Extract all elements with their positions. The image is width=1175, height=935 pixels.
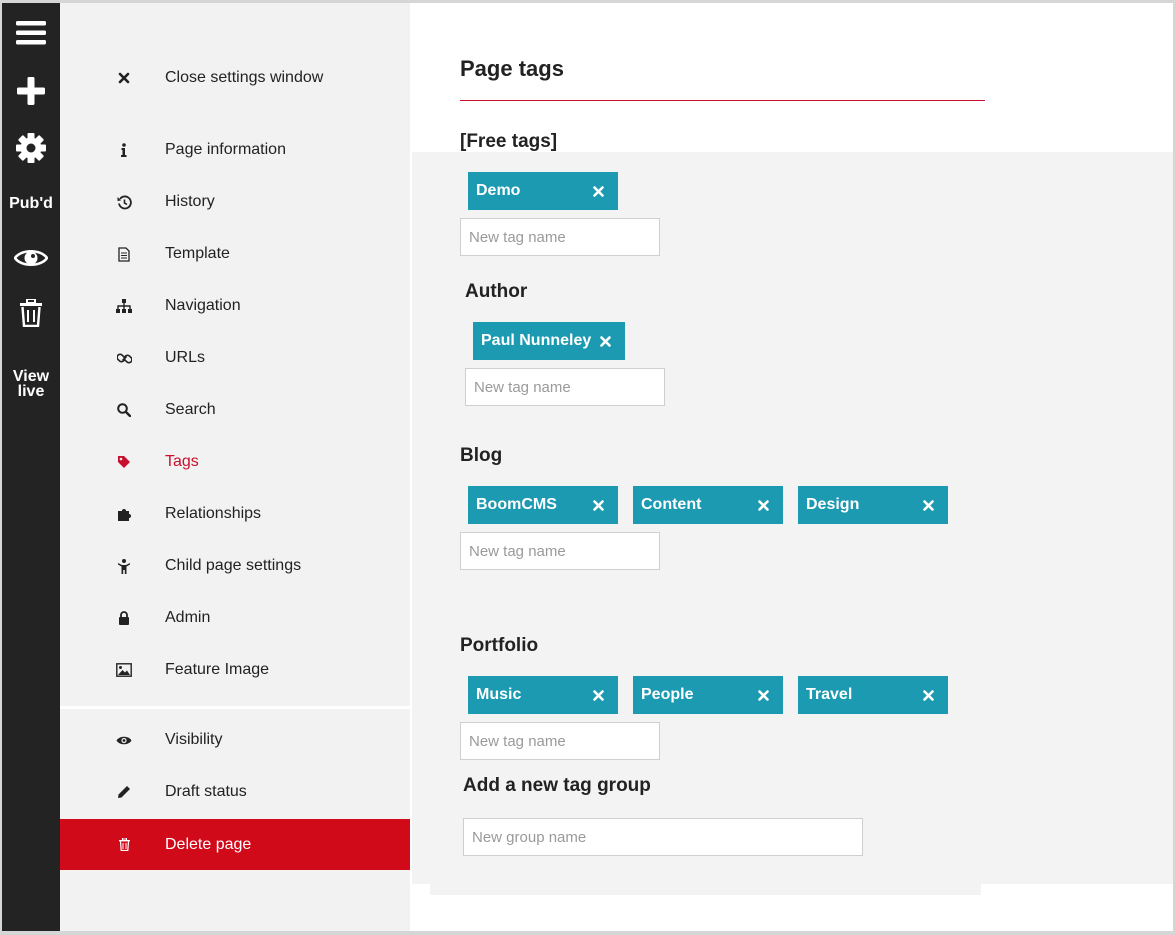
publish-status-button[interactable]: Pub'd: [2, 191, 60, 215]
remove-tag-icon[interactable]: [599, 335, 611, 347]
remove-tag-icon[interactable]: [592, 689, 604, 701]
tag-label: Content: [641, 496, 702, 513]
tag-label: Demo: [476, 182, 521, 199]
publish-status-label: Pub'd: [9, 194, 53, 212]
menu-item-label: Delete page: [165, 835, 252, 853]
menu-item-label: Navigation: [165, 297, 241, 314]
view-live-label-line1: View: [12, 368, 50, 385]
menu-item-child-page-settings[interactable]: Child page settings: [60, 540, 410, 592]
remove-tag-icon[interactable]: [592, 185, 604, 197]
eye-icon: [116, 732, 132, 748]
tag-label: Paul Nunneley: [481, 332, 592, 349]
new-tag-input[interactable]: [465, 368, 665, 406]
tag-chip: Content: [633, 486, 783, 524]
trash-icon: [116, 837, 132, 853]
menu-item-draft-status[interactable]: Draft status: [60, 766, 410, 818]
menu-divider: [60, 706, 410, 709]
menu-item-navigation[interactable]: Navigation: [60, 280, 410, 332]
new-tag-input[interactable]: [460, 722, 660, 760]
menu-item-label: Close settings window: [165, 69, 324, 86]
menu-item-label: History: [165, 193, 215, 210]
lock-icon: [116, 610, 132, 626]
menu-item-label: Relationships: [165, 505, 262, 522]
menu-item-feature-image[interactable]: Feature Image: [60, 644, 410, 696]
close-icon: [116, 70, 132, 86]
document-icon: [116, 246, 132, 262]
tag-chip: Travel: [798, 676, 948, 714]
remove-tag-icon[interactable]: [592, 499, 604, 511]
menu-item-label: Admin: [165, 609, 211, 626]
info-icon: [116, 142, 132, 158]
tags-panel-background-strip: [430, 884, 981, 895]
menu-item-label: Visibility: [165, 731, 223, 748]
menu-item-label: Template: [165, 245, 230, 262]
tag-chip: Design: [798, 486, 948, 524]
remove-tag-icon[interactable]: [757, 499, 769, 511]
menu-item-label: Search: [165, 401, 216, 418]
new-tag-input[interactable]: [460, 532, 660, 570]
toolbar: Pub'd View live: [2, 3, 60, 931]
sitemap-icon: [116, 298, 132, 314]
menu-item-page-information[interactable]: Page information: [60, 124, 410, 176]
tag-chip: People: [633, 676, 783, 714]
trash-icon[interactable]: [2, 297, 60, 329]
page-title: Page tags: [460, 56, 564, 81]
menu-item-label: URLs: [165, 349, 206, 366]
menu-item-search[interactable]: Search: [60, 384, 410, 436]
hamburger-icon[interactable]: [2, 17, 60, 49]
new-tag-input[interactable]: [460, 218, 660, 256]
gear-icon[interactable]: [2, 131, 60, 165]
tag-group-title: Author: [465, 281, 528, 302]
menu-item-template[interactable]: Template: [60, 228, 410, 280]
menu-item-close-settings[interactable]: Close settings window: [60, 52, 410, 104]
menu-item-label: Draft status: [165, 783, 247, 800]
tag-icon: [116, 454, 132, 470]
tag-chip: BoomCMS: [468, 486, 618, 524]
view-live-button[interactable]: View live: [2, 367, 60, 401]
new-group-name-input[interactable]: [463, 818, 863, 856]
child-icon: [116, 558, 132, 574]
menu-item-label: Feature Image: [165, 661, 270, 678]
tag-group-title: Portfolio: [460, 635, 539, 656]
menu-item-history[interactable]: History: [60, 176, 410, 228]
menu-item-label: Page information: [165, 141, 286, 158]
tag-group-title: [Free tags]: [460, 131, 558, 152]
tag-label: People: [641, 686, 694, 703]
plus-icon[interactable]: [2, 75, 60, 107]
tag-label: Music: [476, 686, 522, 703]
image-icon: [116, 662, 132, 678]
remove-tag-icon[interactable]: [922, 499, 934, 511]
menu-item-admin[interactable]: Admin: [60, 592, 410, 644]
remove-tag-icon[interactable]: [757, 689, 769, 701]
settings-menu: Close settings window Page information H…: [60, 3, 410, 931]
search-icon: [116, 402, 132, 418]
link-icon: [116, 350, 132, 366]
tag-label: Design: [806, 496, 860, 513]
menu-item-delete-page[interactable]: Delete page: [60, 819, 410, 870]
tag-label: BoomCMS: [476, 496, 557, 513]
view-live-label-line2: live: [17, 383, 45, 400]
menu-item-urls[interactable]: URLs: [60, 332, 410, 384]
puzzle-icon: [116, 506, 132, 522]
menu-item-label: Child page settings: [165, 557, 302, 574]
add-tag-group-title: Add a new tag group: [463, 775, 651, 796]
history-icon: [116, 194, 132, 210]
title-underline: [460, 100, 985, 101]
menu-item-relationships[interactable]: Relationships: [60, 488, 410, 540]
tag-chip: Paul Nunneley: [473, 322, 625, 360]
tag-chip: Music: [468, 676, 618, 714]
tag-chip: Demo: [468, 172, 618, 210]
menu-item-label: Tags: [165, 453, 199, 470]
remove-tag-icon[interactable]: [922, 689, 934, 701]
tags-panel: Page tags [Free tags] Demo Author Paul N…: [410, 3, 1173, 931]
menu-item-visibility[interactable]: Visibility: [60, 714, 410, 766]
menu-item-tags[interactable]: Tags: [60, 436, 410, 488]
eye-icon[interactable]: [2, 243, 60, 273]
tag-label: Travel: [806, 686, 853, 703]
pencil-icon: [116, 784, 132, 800]
tag-group-title: Blog: [460, 445, 503, 466]
